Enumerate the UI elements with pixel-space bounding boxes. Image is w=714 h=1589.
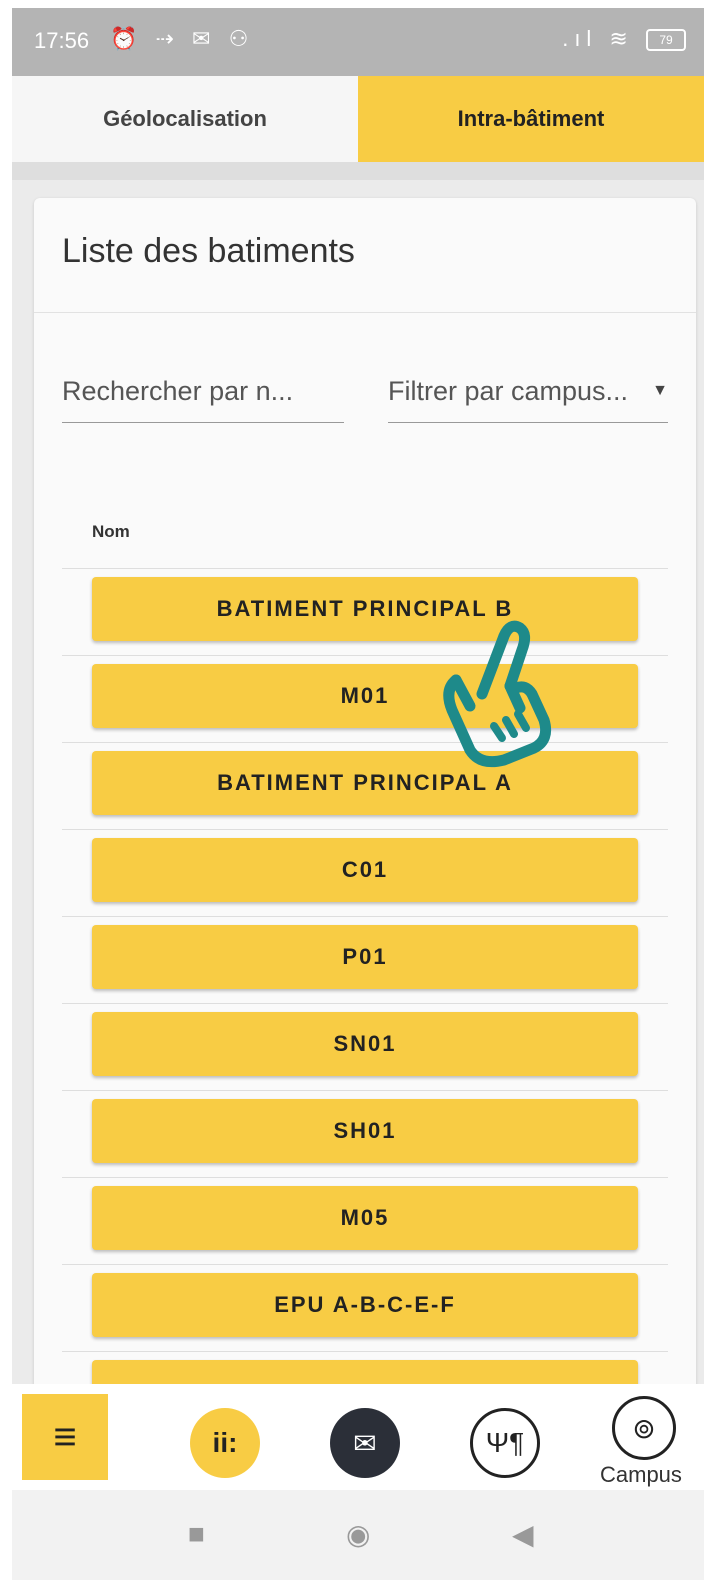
buildings-list: BATIMENT PRINCIPAL B M01 BATIMENT PRINCI… <box>62 568 668 1438</box>
tab-bar: Géolocalisation Intra-bâtiment <box>12 76 704 162</box>
table-row: C01 <box>62 829 668 916</box>
building-button[interactable]: M05 <box>92 1186 638 1250</box>
back-icon[interactable]: ◀ <box>512 1518 534 1551</box>
tab-intra-batiment[interactable]: Intra-bâtiment <box>358 76 704 162</box>
recent-apps-icon[interactable]: ■ <box>188 1518 205 1550</box>
system-icons: .ıl ≋ 79 <box>562 26 686 52</box>
campus-filter-select[interactable]: Filtrer par campus... ▼ <box>388 376 668 423</box>
table-row: M05 <box>62 1177 668 1264</box>
card-divider <box>34 312 696 313</box>
building-button[interactable]: SH01 <box>92 1099 638 1163</box>
table-row: SH01 <box>62 1090 668 1177</box>
notification-icons: ⏰ ⇢ ✉ ⚇ <box>110 26 255 51</box>
status-time: 17:56 <box>34 28 90 53</box>
table-row: EPU A-B-C-E-F <box>62 1264 668 1351</box>
table-row: SN01 <box>62 1003 668 1090</box>
mail-icon[interactable]: ✉ <box>330 1408 400 1478</box>
restaurant-icon[interactable]: Ψ¶ <box>470 1408 540 1478</box>
dropdown-arrow-icon: ▼ <box>652 382 668 399</box>
app-screen: 17:56 ⏰ ⇢ ✉ ⚇ .ıl ≋ 79 Géolocalisation I… <box>12 8 704 1580</box>
campus-label[interactable]: Campus <box>600 1462 682 1488</box>
location-pin-icon[interactable]: ⊚ <box>612 1396 676 1460</box>
battery-icon: 79 <box>646 29 686 52</box>
menu-icon[interactable]: ≡ <box>22 1394 108 1480</box>
card-title: Liste des batiments <box>62 232 355 270</box>
building-button[interactable]: EPU A-B-C-E-F <box>92 1273 638 1337</box>
building-button[interactable]: SN01 <box>92 1012 638 1076</box>
table-row: BATIMENT PRINCIPAL A <box>62 742 668 829</box>
bottom-navigation: ≡ ii: ✉ Ψ¶ ⊚ Campus <box>12 1384 704 1490</box>
signal-wifi-icon: .ıl ≋ <box>562 26 634 51</box>
search-input[interactable]: Rechercher par n... <box>62 376 344 423</box>
home-icon[interactable]: ◉ <box>346 1518 370 1551</box>
android-navigation-bar: ■ ◉ ◀ <box>12 1490 704 1580</box>
building-button[interactable]: C01 <box>92 838 638 902</box>
stats-icon[interactable]: ii: <box>190 1408 260 1478</box>
filter-placeholder: Filtrer par campus... <box>388 376 629 406</box>
column-header-nom[interactable]: Nom <box>92 522 130 542</box>
tab-geolocalisation[interactable]: Géolocalisation <box>12 76 358 162</box>
pointing-hand-icon <box>443 620 552 768</box>
status-bar: 17:56 ⏰ ⇢ ✉ ⚇ .ıl ≋ 79 <box>12 8 704 76</box>
building-button[interactable]: P01 <box>92 925 638 989</box>
buildings-card: Liste des batiments Rechercher par n... … <box>34 198 696 1424</box>
tab-divider <box>12 162 704 180</box>
table-row: P01 <box>62 916 668 1003</box>
search-placeholder: Rechercher par n... <box>62 376 294 406</box>
table-row: BATIMENT PRINCIPAL B <box>62 568 668 655</box>
table-row: M01 <box>62 655 668 742</box>
